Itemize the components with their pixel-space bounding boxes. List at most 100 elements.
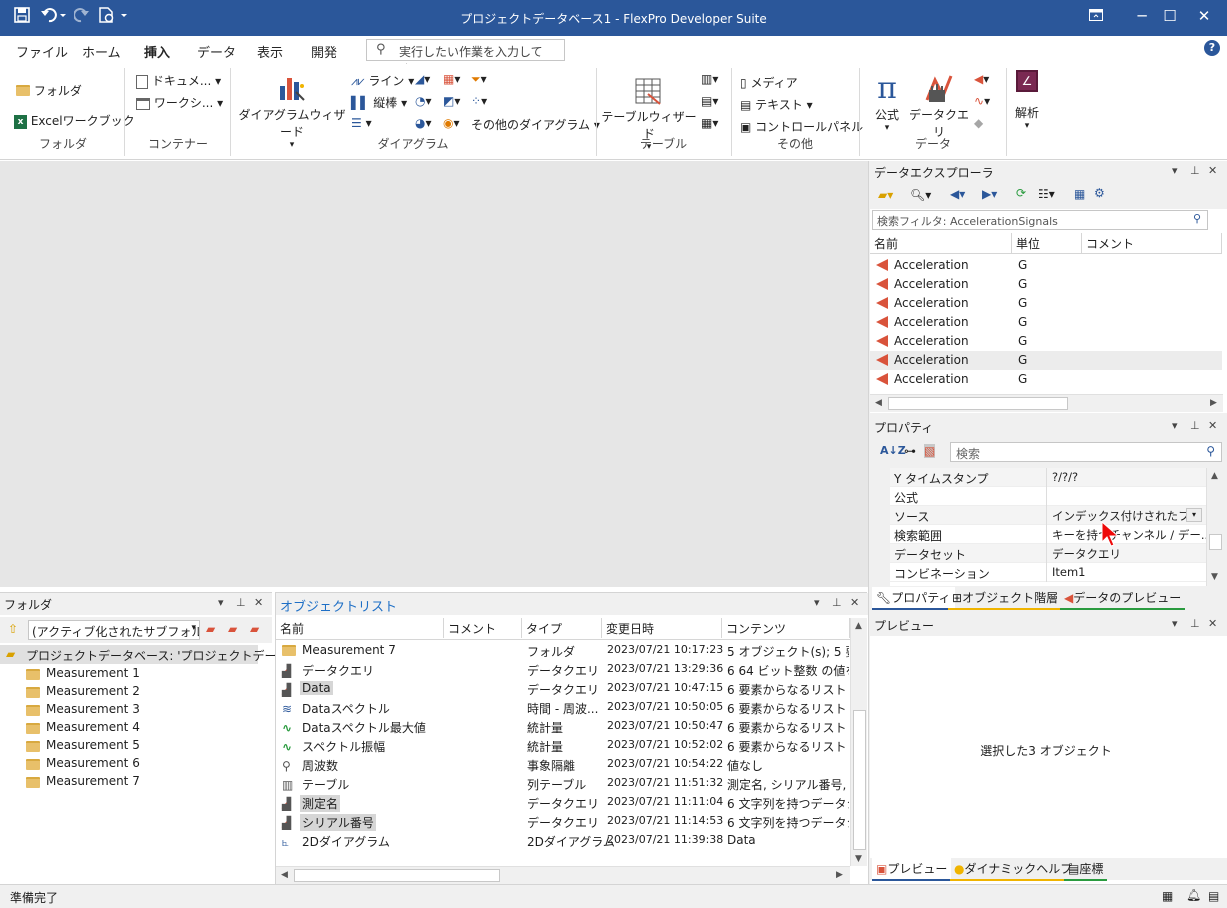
data-explorer-row[interactable]: Acceleration G [870,275,1222,294]
tab-object-hierarchy[interactable]: ⊞オブジェクト階層 [948,587,1063,610]
tab-view[interactable]: 表示 [257,42,283,61]
calculator-icon[interactable]: ▦ [1074,187,1085,201]
3d-diagram-button[interactable]: ◩▾ [443,94,460,108]
filter-input[interactable]: 検索フィルタ: AccelerationSignals ⚲ [872,210,1208,230]
tab-properties[interactable]: 🔧︎プロパティ [872,587,955,610]
view-list-icon[interactable]: ☷▾ [1038,187,1055,201]
scroll-right-icon[interactable]: ▶ [836,870,843,880]
folder-filter-combo[interactable]: (アクティブ化されたサブフォルダ ▾ [28,620,200,640]
property-row[interactable]: 公式 [890,487,1206,506]
horizontal-bar-button[interactable]: ☰ ▾ [351,116,372,130]
pin-icon[interactable]: ⊥ [236,596,246,609]
tab-dynamic-help[interactable]: ●ダイナミックヘルプ [950,858,1077,881]
tab-file[interactable]: ファイル [16,42,68,61]
insert-text-button[interactable]: ▤ テキスト ▾ [740,96,813,113]
scroll-thumb[interactable] [888,397,1068,410]
data-explorer-row[interactable]: Acceleration G [870,313,1222,332]
panel-close-icon[interactable]: ✕ [1208,164,1217,177]
object-list-row[interactable]: ▥ テーブル 列テーブル 2023/07/21 11:51:32 測定名, シリアル番号… [276,774,850,793]
insert-control-panel-button[interactable]: ▣ コントロールパネル [740,118,863,135]
search-icon[interactable]: ⚲ [1193,212,1201,225]
polar-diagram-button[interactable]: ◕▾ [415,116,432,130]
folder-tree-item[interactable]: Measurement 1 [0,664,258,683]
folder-tree-item[interactable]: Measurement 2 [0,682,258,701]
column-header-unit[interactable]: 単位 [1012,233,1082,253]
object-list-row[interactable]: ⟋ ▟ Data データクエリ 2023/07/21 10:47:15 6 要素からなるリ… [276,679,850,698]
scroll-down-icon[interactable]: ▼ [1211,572,1218,582]
folder-tree-item[interactable]: Measurement 7 [0,772,258,791]
panel-close-icon[interactable]: ✕ [254,596,263,609]
sort-az-icon[interactable]: A↓Z [880,444,906,457]
column-table-button[interactable]: ▥▾ [701,72,718,86]
column-header-contents[interactable]: コンテンツ [722,618,850,638]
tab-develop[interactable]: 開発 [311,42,337,61]
data-explorer-row[interactable]: Acceleration G [870,332,1222,351]
clear-icon[interactable]: ▧ [924,444,936,458]
chevron-down-icon[interactable]: ▾ [191,623,196,633]
database-icon[interactable]: ▰▾ [878,188,893,202]
bar-diagram-button[interactable]: ▌▌ 縦棒 ▾ [351,94,407,111]
ribbon-display-icon[interactable] [1073,0,1119,34]
object-list-row[interactable]: ≋ Dataスペクトル 時間 - 周波... 2023/07/21 10:50:05 6… [276,698,850,717]
scroll-left-icon[interactable]: ◀ [875,398,882,408]
object-list-row[interactable]: ⟋ ▟ シリアル番号 データクエリ 2023/07/21 11:14:53 6 文字列を持… [276,812,850,831]
scatter-diagram-button[interactable]: ⁘▾ [471,94,487,108]
analysis-button[interactable]: ∠ 解析 ▾ [1008,70,1046,131]
insert-worksheet-button[interactable]: ワークシ... ▾ [136,94,223,111]
formula-button[interactable]: π 公式 ▾ [868,72,906,134]
column-header-type[interactable]: タイプ [522,618,602,638]
data-explorer-row[interactable]: Acceleration G [870,370,1222,389]
data-explorer-row[interactable]: Acceleration G [870,294,1222,313]
scroll-up-icon[interactable]: ▲ [1211,471,1218,481]
disabled-tool-button[interactable]: ◆ [974,116,983,130]
data-explorer-row[interactable]: Acceleration G [870,256,1222,275]
object-list-row[interactable]: ∿ Dataスペクトル最大値 統計量 2023/07/21 10:50:47 6 要素か… [276,717,850,736]
data-explorer-hscroll[interactable]: ◀ ▶ [870,394,1223,412]
row-table-button[interactable]: ▤▾ [701,94,718,108]
data-explorer-row[interactable]: Acceleration G [870,351,1222,370]
scroll-thumb[interactable] [853,710,866,850]
property-row[interactable]: データセット データクエリ [890,544,1206,563]
panel-close-icon[interactable]: ✕ [1208,617,1217,630]
wave-button[interactable]: ∿▾ [974,94,990,108]
other-diagram-button[interactable]: その他のダイアグラム ▾ [471,116,600,133]
cell-table-button[interactable]: ▦▾ [701,116,718,130]
insert-excel-button[interactable]: x Excelワークブック [14,112,135,129]
tab-preview[interactable]: ▣プレビュー [872,858,952,881]
folder-action-icon[interactable]: ▰ [206,622,215,636]
column-header-name[interactable]: 名前 [870,233,1012,253]
panel-menu-icon[interactable]: ▾ [218,596,224,609]
object-list-hscroll[interactable]: ◀ ▶ [276,866,850,884]
refresh-icon[interactable]: ⟳ [1016,186,1026,200]
folder-move-icon[interactable]: ▰ [228,622,237,636]
column-header-name[interactable]: 名前 [276,618,444,638]
layout-icon[interactable]: ▦ [1162,889,1173,903]
properties-search-input[interactable]: 検索 ⚲ [950,442,1222,462]
panel-menu-icon[interactable]: ▾ [1172,617,1178,630]
panel-toggle-icon[interactable]: ▤ [1208,889,1219,903]
folder-tree-item[interactable]: Measurement 5 [0,736,258,755]
back-icon[interactable]: ◀▾ [950,187,965,201]
scroll-right-icon[interactable]: ▶ [1210,398,1217,408]
panel-close-icon[interactable]: ✕ [1208,419,1217,432]
column-header-modified[interactable]: 変更日時 [602,618,722,638]
forward-icon[interactable]: ▶▾ [982,187,997,201]
panel-close-icon[interactable]: ✕ [850,596,859,609]
up-folder-icon[interactable]: ⇧ [8,622,18,636]
signal-button[interactable]: ◀▾ [974,72,989,86]
funnel-diagram-button[interactable]: ⏷▾ [471,72,487,87]
grid-diagram-button[interactable]: ▦▾ [443,72,460,86]
search-tool-icon[interactable]: 🔍︎▾ [910,188,931,202]
panel-menu-icon[interactable]: ▾ [1172,164,1178,177]
folder-tree-item[interactable]: Measurement 3 [0,700,258,719]
folder-root-item[interactable]: ▰ プロジェクトデータベース: 'プロジェクトデータベース1' [0,645,335,664]
property-row[interactable]: Y タイムスタンプ ?/?/? [890,468,1206,487]
chevron-down-icon[interactable]: ▾ [1186,508,1202,522]
property-row[interactable]: コンビネーション Item1 [890,563,1206,582]
contour-diagram-button[interactable]: ◉▾ [443,116,460,130]
pin-icon[interactable]: ⊥ [1190,419,1200,432]
scroll-thumb[interactable] [1209,534,1222,550]
insert-media-button[interactable]: ▯ メディア [740,74,798,91]
pin-icon[interactable]: ⊥ [1190,617,1200,630]
insert-document-button[interactable]: ドキュメ... ▾ [136,72,221,89]
